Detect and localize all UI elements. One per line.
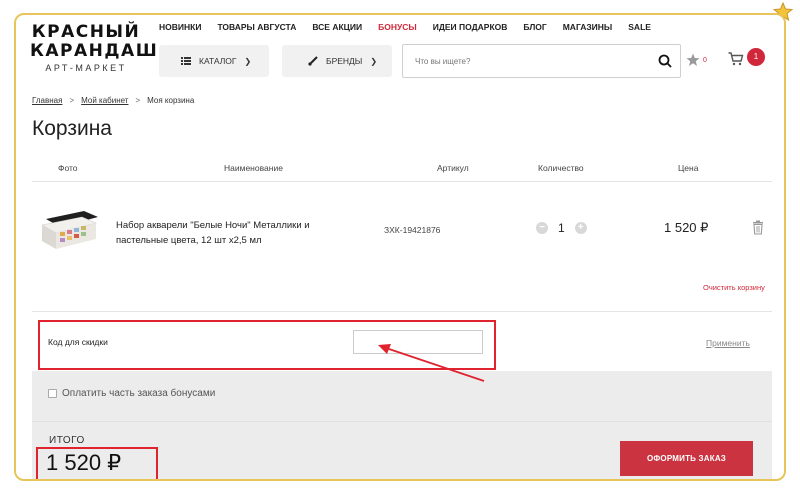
total-value: 1 520 ₽ (46, 450, 122, 475)
nav-item-new[interactable]: НОВИНКИ (159, 22, 201, 32)
breadcrumb-separator: > (135, 96, 141, 105)
total-label: ИТОГО (49, 435, 85, 446)
quantity-stepper: − 1 + (536, 221, 587, 235)
site-logo[interactable]: КРАСНЫЙ КАРАНДАШ АРТ-МАРКЕТ (30, 22, 159, 74)
brands-label: БРЕНДЫ (326, 56, 363, 66)
logo-tagline: АРТ-МАРКЕТ (45, 63, 127, 73)
star-icon (686, 53, 700, 66)
clear-cart-link[interactable]: Очистить корзину (703, 283, 765, 292)
quantity-increase-button[interactable]: + (574, 222, 587, 234)
checkout-button[interactable]: ОФОРМИТЬ ЗАКАЗ (620, 441, 753, 476)
quantity-decrease-button[interactable]: − (536, 222, 548, 234)
top-navigation: НОВИНКИ ТОВАРЫ АВГУСТА ВСЕ АКЦИИ БОНУСЫ … (159, 22, 667, 32)
column-sku: Артикул (437, 163, 469, 173)
column-quantity: Количество (538, 163, 584, 173)
table-header: Фото Наименование Артикул Количество Цен… (32, 163, 772, 179)
nav-item-gift-ideas[interactable]: ИДЕИ ПОДАРКОВ (433, 22, 508, 32)
apply-promo-link[interactable]: Применить (706, 338, 750, 348)
page-title: Корзина (32, 117, 112, 140)
bonus-checkbox-label[interactable]: Оплатить часть заказа бонусами (62, 388, 215, 399)
cart-icon[interactable] (728, 52, 744, 66)
brands-button[interactable]: БРЕНДЫ ❯ (282, 45, 392, 77)
logo-line-1: КРАСНЫЙ (31, 22, 141, 42)
breadcrumb-separator: > (69, 96, 75, 105)
favorites-button[interactable]: 0 (686, 53, 707, 67)
search-input[interactable] (403, 45, 643, 77)
column-photo: Фото (58, 163, 78, 173)
cart-count-badge: 1 (747, 48, 765, 66)
nav-item-bonuses[interactable]: БОНУСЫ (378, 22, 417, 32)
breadcrumb-account[interactable]: Мой кабинет (81, 96, 128, 105)
product-sku: ЗХК-19421876 (384, 225, 441, 235)
catalog-button[interactable]: КАТАЛОГ ❯ (159, 45, 269, 77)
breadcrumb-current: Моя корзина (147, 96, 195, 105)
column-price: Цена (678, 163, 699, 173)
trash-icon[interactable] (752, 220, 764, 235)
catalog-label: КАТАЛОГ (199, 56, 237, 66)
breadcrumb-home[interactable]: Главная (32, 96, 62, 105)
column-name: Наименование (224, 163, 283, 173)
list-icon (181, 57, 191, 65)
browser-frame: КРАСНЫЙ КАРАНДАШ АРТ-МАРКЕТ НОВИНКИ ТОВА… (14, 13, 786, 481)
bonus-checkbox[interactable] (48, 389, 57, 398)
product-image[interactable] (40, 205, 100, 253)
divider (32, 181, 772, 182)
nav-item-august-goods[interactable]: ТОВАРЫ АВГУСТА (217, 22, 296, 32)
search-bar (402, 44, 681, 78)
divider (32, 311, 772, 312)
nav-item-blog[interactable]: БЛОГ (523, 22, 546, 32)
brush-icon (308, 56, 318, 66)
logo-line-2: КАРАНДАШ (30, 41, 159, 61)
nav-item-sale[interactable]: SALE (628, 22, 651, 32)
chevron-down-icon: ❯ (244, 56, 252, 66)
breadcrumb: Главная > Мой кабинет > Моя корзина (32, 96, 194, 105)
favorites-count: 0 (703, 56, 707, 64)
quantity-value: 1 (558, 221, 565, 235)
product-price: 1 520 ₽ (664, 220, 709, 235)
product-name[interactable]: Набор акварели "Белые Ночи" Металлики и … (116, 218, 356, 248)
nav-item-stores[interactable]: МАГАЗИНЫ (563, 22, 613, 32)
nav-item-all-promos[interactable]: ВСЕ АКЦИИ (312, 22, 362, 32)
search-icon[interactable] (658, 54, 672, 68)
chevron-down-icon: ❯ (370, 56, 378, 66)
promo-code-input[interactable] (353, 330, 483, 354)
promo-code-label: Код для скидки (48, 337, 108, 347)
